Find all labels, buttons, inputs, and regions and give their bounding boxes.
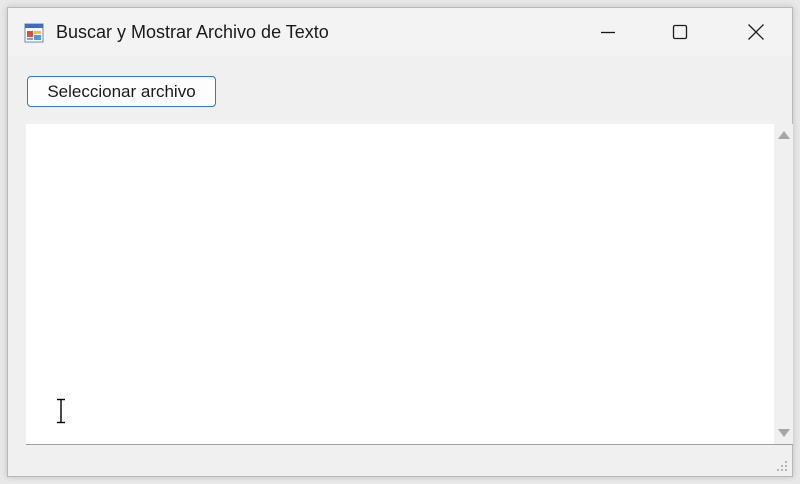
winforms-app-icon — [24, 23, 44, 43]
maximize-button[interactable] — [644, 8, 716, 56]
text-cursor-icon — [57, 398, 65, 424]
file-content-textbox[interactable] — [26, 124, 793, 445]
scroll-up-arrow-icon — [777, 131, 790, 139]
scroll-down-button[interactable] — [774, 422, 793, 444]
textbox-content[interactable] — [26, 124, 774, 444]
minimize-button[interactable] — [572, 8, 644, 56]
vertical-scrollbar[interactable] — [774, 124, 793, 444]
maximize-icon — [672, 24, 688, 40]
close-icon — [748, 24, 764, 40]
window-title: Buscar y Mostrar Archivo de Texto — [56, 22, 329, 42]
close-button[interactable] — [720, 8, 792, 56]
scroll-down-arrow-icon — [777, 429, 790, 437]
scroll-up-button[interactable] — [774, 124, 793, 146]
app-window: Buscar y Mostrar Archivo de Texto Selecc… — [7, 7, 793, 477]
resize-grip-icon[interactable] — [776, 460, 788, 472]
minimize-icon — [601, 31, 615, 34]
select-file-button[interactable]: Seleccionar archivo — [27, 76, 216, 107]
title-bar[interactable]: Buscar y Mostrar Archivo de Texto — [8, 8, 792, 56]
scroll-track[interactable] — [774, 146, 793, 422]
